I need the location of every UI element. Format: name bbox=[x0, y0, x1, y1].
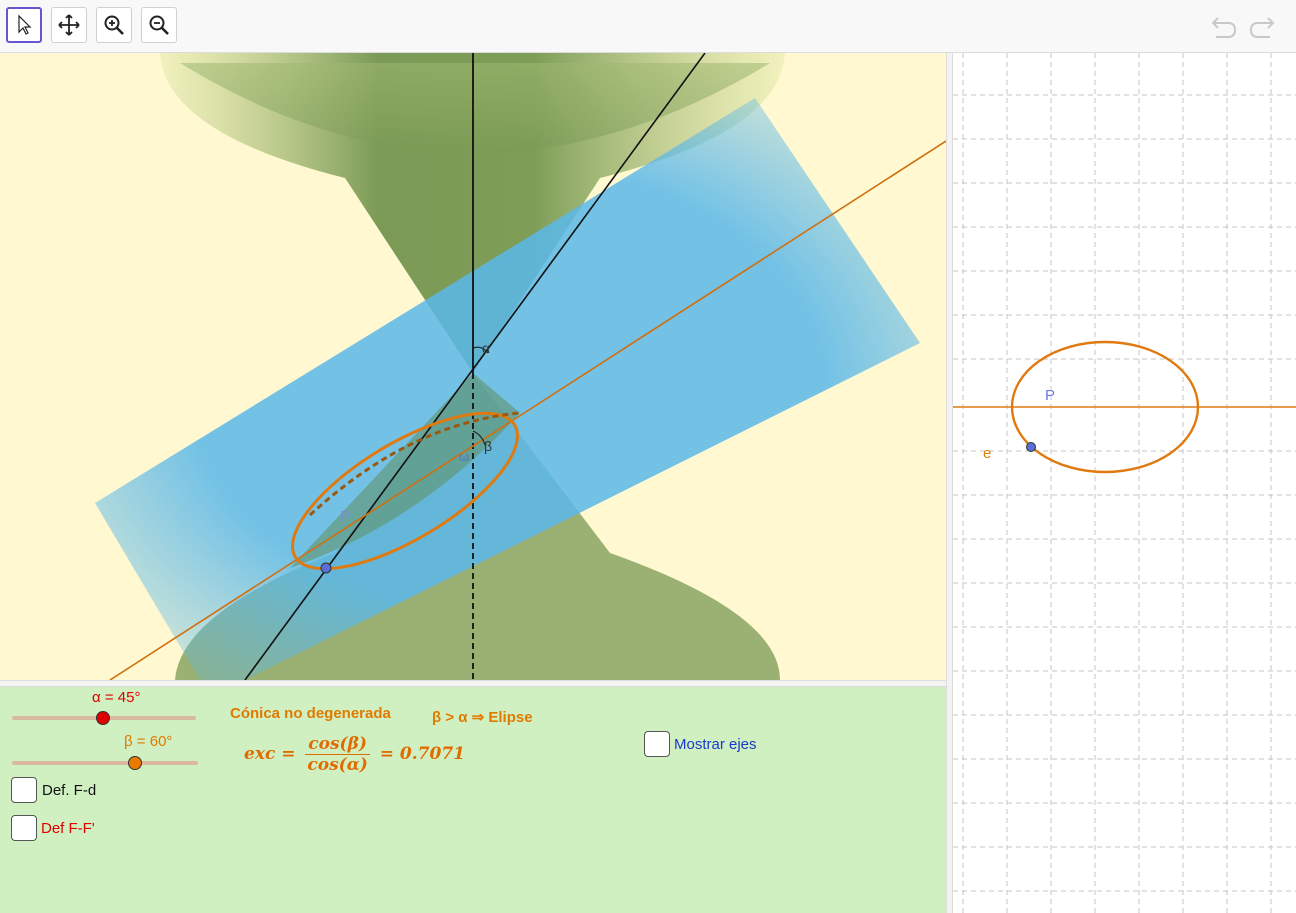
eccentricity-formula: exc = cos(β) cos(α) = 0.7071 bbox=[244, 734, 465, 775]
def-ff-checkbox[interactable] bbox=[11, 815, 37, 841]
undo-button[interactable] bbox=[1210, 12, 1238, 40]
point-p-label-3d: P bbox=[340, 508, 350, 525]
show-axes-label: Mostrar ejes bbox=[674, 736, 757, 753]
condition-text: β > α ⇒ Elipse bbox=[432, 709, 533, 726]
move-arrows-icon bbox=[58, 14, 80, 36]
undo-icon bbox=[1211, 17, 1237, 38]
zoom-out-tool-button[interactable] bbox=[141, 7, 177, 43]
point-3d[interactable] bbox=[320, 562, 332, 574]
alpha-slider-thumb[interactable] bbox=[96, 711, 110, 725]
def-fd-label: Def. F-d bbox=[42, 782, 97, 799]
point-p-label-2d: P bbox=[1045, 387, 1055, 404]
zoom-in-tool-button[interactable] bbox=[96, 7, 132, 43]
conic-type-text: Cónica no degenerada bbox=[230, 705, 391, 722]
move-tool-button[interactable] bbox=[6, 7, 42, 43]
beta-slider-label: β = 60° bbox=[124, 733, 173, 750]
graphics-view-2d[interactable]: P e bbox=[953, 53, 1296, 913]
show-axes-checkbox[interactable] bbox=[644, 731, 670, 757]
formula-rhs: = 0.7071 bbox=[379, 744, 465, 764]
formula-denominator: cos(α) bbox=[307, 755, 368, 775]
alpha-slider-label: α = 45° bbox=[92, 689, 141, 706]
omega-label: ω bbox=[459, 449, 469, 464]
graphics-view-3d[interactable]: α β ω P bbox=[0, 53, 946, 680]
arrow-pointer-icon bbox=[18, 14, 32, 35]
def-fd-checkbox[interactable] bbox=[11, 777, 37, 803]
redo-button[interactable] bbox=[1248, 12, 1276, 40]
line-e-label: e bbox=[983, 445, 991, 462]
formula-numerator: cos(β) bbox=[305, 734, 370, 755]
grid-2d: P e bbox=[953, 53, 1296, 913]
control-panel: α = 45° β = 60° Def. F-d Def F-F' Cónica… bbox=[0, 687, 946, 913]
scene-3d: α β ω P bbox=[95, 53, 946, 680]
beta-slider-thumb[interactable] bbox=[128, 756, 142, 770]
formula-lhs: exc bbox=[244, 744, 276, 764]
zoom-out-icon bbox=[149, 15, 169, 35]
toolbar bbox=[0, 0, 1296, 53]
horizontal-splitter[interactable] bbox=[0, 680, 946, 687]
alpha-angle-label: α bbox=[482, 340, 490, 356]
def-ff-label: Def F-F' bbox=[41, 820, 95, 837]
redo-icon bbox=[1249, 17, 1275, 38]
grid-lines bbox=[953, 53, 1296, 913]
beta-slider[interactable] bbox=[12, 761, 198, 765]
point-2d[interactable] bbox=[1026, 442, 1036, 452]
move-view-tool-button[interactable] bbox=[51, 7, 87, 43]
beta-angle-label: β bbox=[484, 438, 492, 454]
vertical-splitter[interactable] bbox=[946, 53, 953, 913]
zoom-in-icon bbox=[104, 15, 124, 35]
